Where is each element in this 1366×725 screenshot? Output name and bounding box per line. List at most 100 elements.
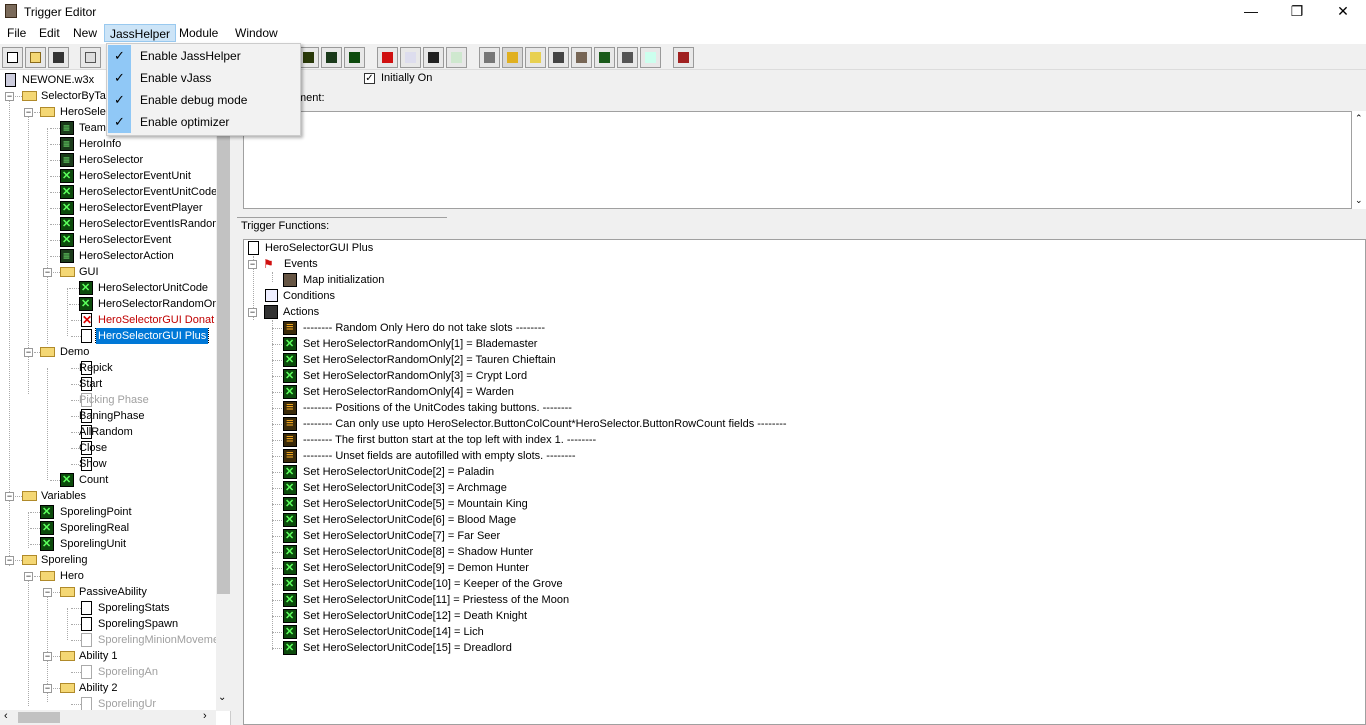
new-trigger-icon[interactable] <box>344 47 365 68</box>
collapse-toggle-icon[interactable]: − <box>248 308 257 317</box>
collapse-toggle-icon[interactable]: − <box>43 588 52 597</box>
tree-item[interactable]: Picking Phase <box>0 392 216 408</box>
trigger-text-icon[interactable] <box>321 47 342 68</box>
enable-vjass-item[interactable]: ✓ Enable vJass <box>107 67 300 89</box>
event-row[interactable]: Map initialization <box>243 272 1363 288</box>
tree-item[interactable]: Close <box>0 440 216 456</box>
tree-item[interactable]: ✕ HeroSelectorGUI Donat <box>0 312 216 328</box>
tree-item[interactable]: SporelingSpawn <box>0 616 216 632</box>
tree-item[interactable]: − Hero <box>0 568 216 584</box>
scroll-right-arrow-icon[interactable]: › <box>203 710 207 722</box>
object-manager-icon[interactable] <box>617 47 638 68</box>
new-event-icon[interactable] <box>377 47 398 68</box>
comment-action-row[interactable]: -------- Positions of the UnitCodes taki… <box>243 399 1363 416</box>
tree-horizontal-scrollbar[interactable]: ‹ › <box>0 710 216 725</box>
minimize-button[interactable]: — <box>1228 0 1274 23</box>
initially-on-checkbox[interactable]: ✓ <box>364 73 375 84</box>
tree-item[interactable]: HeroInfo <box>0 136 216 152</box>
tree-item[interactable]: SporelingReal <box>0 520 216 536</box>
tree-item[interactable]: HeroSelectorEventUnit <box>0 168 216 184</box>
action-row[interactable]: Set HeroSelectorUnitCode[9] = Demon Hunt… <box>243 560 1363 576</box>
open-folder-icon[interactable] <box>25 47 46 68</box>
enable-debug-mode-item[interactable]: ✓ Enable debug mode <box>107 89 300 111</box>
tree-item[interactable]: HeroSelectorGUI Plus <box>0 328 216 344</box>
new-condition-icon[interactable] <box>400 47 421 68</box>
actions-row[interactable]: − Actions <box>243 304 1363 320</box>
tree-item[interactable]: Repick <box>0 360 216 376</box>
collapse-toggle-icon[interactable]: − <box>248 260 257 269</box>
tree-item[interactable]: HeroSelectorEventUnitCode <box>0 184 216 200</box>
action-row[interactable]: Set HeroSelectorUnitCode[12] = Death Kni… <box>243 608 1363 624</box>
action-row[interactable]: Set HeroSelectorRandomOnly[2] = Tauren C… <box>243 352 1363 368</box>
tree-item[interactable]: − Ability 2 <box>0 680 216 696</box>
events-row[interactable]: − ⚑ Events <box>243 256 1363 272</box>
object-editor-icon[interactable] <box>548 47 569 68</box>
menu-module[interactable]: Module <box>174 24 223 42</box>
action-row[interactable]: Set HeroSelectorUnitCode[7] = Far Seer <box>243 528 1363 544</box>
scroll-left-arrow-icon[interactable]: ‹ <box>4 710 8 722</box>
restore-button[interactable]: ❐ <box>1274 0 1320 23</box>
tree-item[interactable]: Count <box>0 472 216 488</box>
tree-item[interactable]: Start <box>0 376 216 392</box>
comment-scrollbar[interactable]: ⌃ ⌄ <box>1352 111 1366 209</box>
action-row[interactable]: Set HeroSelectorUnitCode[11] = Priestess… <box>243 592 1363 608</box>
action-row[interactable]: Set HeroSelectorRandomOnly[1] = Blademas… <box>243 336 1363 352</box>
menu-jasshelper[interactable]: JassHelper <box>104 24 177 42</box>
tree-item[interactable]: HeroSelectorUnitCode <box>0 280 216 296</box>
new-doc-icon[interactable] <box>2 47 23 68</box>
comment-action-row[interactable]: -------- The first button start at the t… <box>243 431 1363 448</box>
action-row[interactable]: Set HeroSelectorUnitCode[6] = Blood Mage <box>243 512 1363 528</box>
save-icon[interactable] <box>48 47 69 68</box>
tree-item[interactable]: SporelingPoint <box>0 504 216 520</box>
tree-item[interactable]: − Sporeling <box>0 552 216 568</box>
ai-editor-icon[interactable] <box>594 47 615 68</box>
tree-item[interactable]: − PassiveAbility <box>0 584 216 600</box>
import-manager-icon[interactable] <box>640 47 661 68</box>
comment-action-row[interactable]: -------- Random Only Hero do not take sl… <box>243 319 1363 336</box>
comment-action-row[interactable]: -------- Unset fields are autofilled wit… <box>243 447 1363 464</box>
trigger-name-row[interactable]: HeroSelectorGUI Plus <box>243 240 1363 256</box>
menu-file[interactable]: File <box>2 24 31 42</box>
tree-item[interactable]: BaningPhase <box>0 408 216 424</box>
tree-item[interactable]: − Demo <box>0 344 216 360</box>
enable-optimizer-item[interactable]: ✓ Enable optimizer <box>107 111 300 133</box>
tree-vertical-scrollbar[interactable]: ⌄ <box>216 70 231 711</box>
campaign-editor-icon[interactable] <box>571 47 592 68</box>
tree-item[interactable]: AllRandom <box>0 424 216 440</box>
tree-item[interactable]: HeroSelectorAction <box>0 248 216 264</box>
collapse-toggle-icon[interactable]: − <box>5 556 14 565</box>
tree-hscroll-thumb[interactable] <box>18 712 60 723</box>
collapse-toggle-icon[interactable]: − <box>24 108 33 117</box>
action-row[interactable]: Set HeroSelectorRandomOnly[4] = Warden <box>243 384 1363 400</box>
collapse-toggle-icon[interactable]: − <box>43 652 52 661</box>
tree-item[interactable]: HeroSelectorEventIsRandom <box>0 216 216 232</box>
tree-item[interactable]: SporelingMinionMovemer <box>0 632 216 648</box>
tree-item[interactable]: SporelingAn <box>0 664 216 680</box>
action-row[interactable]: Set HeroSelectorUnitCode[14] = Lich <box>243 624 1363 640</box>
test-map-icon[interactable] <box>673 47 694 68</box>
menu-edit[interactable]: Edit <box>34 24 65 42</box>
tree-item[interactable]: − Ability 1 <box>0 648 216 664</box>
collapse-toggle-icon[interactable]: − <box>43 268 52 277</box>
new-action-icon[interactable] <box>423 47 444 68</box>
conditions-row[interactable]: Conditions <box>243 288 1363 304</box>
tree-item[interactable]: HeroSelectorEvent <box>0 232 216 248</box>
collapse-toggle-icon[interactable]: − <box>5 92 14 101</box>
tree-scroll-thumb[interactable] <box>217 70 230 594</box>
terrain-editor-icon[interactable] <box>479 47 500 68</box>
tree-item[interactable]: SporelingStats <box>0 600 216 616</box>
variables-icon[interactable] <box>298 47 319 68</box>
action-row[interactable]: Set HeroSelectorUnitCode[15] = Dreadlord <box>243 640 1363 656</box>
scroll-down-arrow-icon[interactable]: ⌄ <box>218 692 226 703</box>
action-row[interactable]: Set HeroSelectorUnitCode[10] = Keeper of… <box>243 576 1363 592</box>
action-row[interactable]: Set HeroSelectorUnitCode[8] = Shadow Hun… <box>243 544 1363 560</box>
tree-item[interactable]: Show <box>0 456 216 472</box>
action-row[interactable]: Set HeroSelectorRandomOnly[3] = Crypt Lo… <box>243 368 1363 384</box>
action-row[interactable]: Set HeroSelectorUnitCode[2] = Paladin <box>243 464 1363 480</box>
action-row[interactable]: Set HeroSelectorUnitCode[5] = Mountain K… <box>243 496 1363 512</box>
sound-editor-icon[interactable] <box>525 47 546 68</box>
tree-item[interactable]: HeroSelector <box>0 152 216 168</box>
menu-window[interactable]: Window <box>230 24 283 42</box>
comment-action-row[interactable]: -------- Can only use upto HeroSelector.… <box>243 415 1363 432</box>
checklist-icon[interactable] <box>446 47 467 68</box>
